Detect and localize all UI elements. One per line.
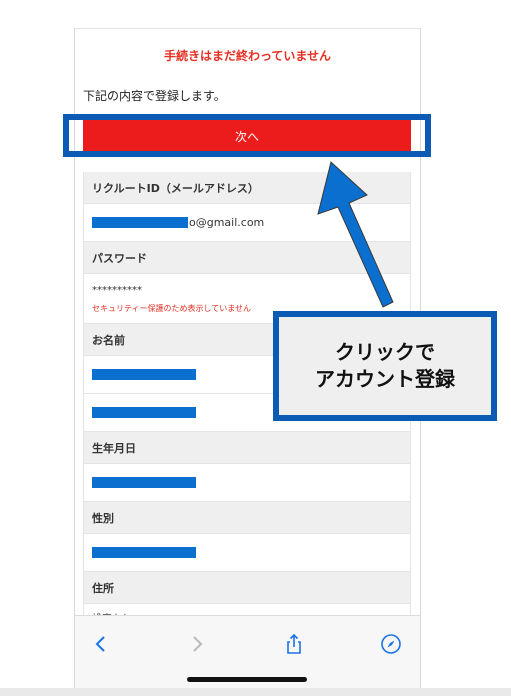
password-note: セキュリティー保護のため表示していません [92,304,252,313]
callout-line-2: アカウント登録 [315,367,455,391]
redaction-bar [92,217,188,228]
birthdate-label: 生年月日 [83,432,411,464]
browser-toolbar [75,615,420,694]
email-value: o@gmail.com [83,204,411,242]
password-masked: ********** [92,285,142,296]
annotation-callout: クリックで アカウント登録 [273,311,497,421]
gender-label: 性別 [83,502,411,534]
bottom-divider [0,688,511,696]
home-indicator [187,677,307,682]
compass-icon[interactable] [379,632,403,656]
redaction-bar [92,477,196,488]
redaction-bar [92,547,196,558]
address-label: 住所 [83,572,411,604]
intro-text: 下記の内容で登録します。 [83,89,226,103]
gender-value [83,534,411,572]
share-icon[interactable] [282,632,306,656]
password-label: パスワード [83,242,411,274]
email-suffix: o@gmail.com [189,216,265,229]
redaction-bar [92,369,196,380]
email-label: リクルートID（メールアドレス） [83,172,411,204]
callout-line-1: クリックで [335,340,435,364]
redaction-bar [92,407,196,418]
birthdate-value [83,464,411,502]
incomplete-notice: 手続きはまだ終わっていません [163,49,332,63]
back-chevron-icon[interactable] [89,632,113,656]
next-button-highlight [63,114,431,157]
forward-chevron-icon[interactable] [185,632,209,656]
